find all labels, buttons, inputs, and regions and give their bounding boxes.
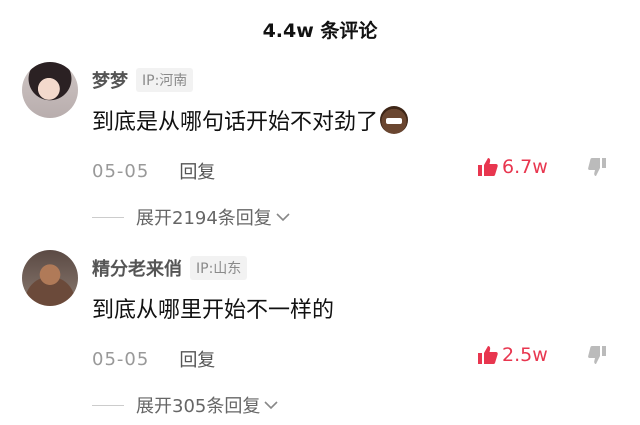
ip-location-badge: IP:河南 — [136, 68, 194, 92]
comment-header: 精分老来俏 IP:山东 — [92, 255, 248, 281]
expand-replies[interactable]: 展开305条回复 — [92, 392, 278, 418]
comment-meta: 05-05 回复 — [92, 346, 215, 372]
like-count: 6.7w — [502, 156, 548, 178]
thumbs-up-icon — [478, 158, 498, 176]
ip-location-badge: IP:山东 — [190, 256, 248, 280]
like-button[interactable]: 6.7w — [478, 156, 548, 178]
reply-button[interactable]: 回复 — [179, 346, 215, 372]
expand-divider — [92, 216, 124, 218]
comments-count-title: 4.4w 条评论 — [262, 20, 378, 42]
comments-panel: 4.4w 条评论 梦梦 IP:河南 到底是从哪句话开始不对劲了 05-05 回复… — [0, 0, 640, 425]
avatar[interactable] — [22, 250, 78, 306]
expand-replies-label: 展开305条回复 — [136, 396, 261, 417]
comment-text: 到底是从哪句话开始不对劲了 — [92, 104, 409, 136]
mischievous-emoji-icon — [380, 106, 409, 134]
reply-button[interactable]: 回复 — [179, 158, 215, 184]
comment-header: 梦梦 IP:河南 — [92, 67, 194, 93]
thumbs-down-icon[interactable] — [588, 346, 606, 364]
like-count: 2.5w — [502, 344, 548, 366]
comment-meta: 05-05 回复 — [92, 158, 215, 184]
thumbs-up-icon — [478, 346, 498, 364]
thumbs-down-icon[interactable] — [588, 158, 606, 176]
avatar[interactable] — [22, 62, 78, 118]
chevron-down-icon — [276, 213, 290, 222]
comment-date: 05-05 — [92, 348, 150, 370]
username[interactable]: 精分老来俏 — [92, 255, 182, 281]
username[interactable]: 梦梦 — [92, 67, 128, 93]
comment-text-body: 到底是从哪句话开始不对劲了 — [92, 110, 379, 135]
expand-divider — [92, 404, 124, 406]
expand-replies[interactable]: 展开2194条回复 — [92, 204, 290, 230]
comment-text: 到底从哪里开始不一样的 — [92, 292, 334, 324]
like-button[interactable]: 2.5w — [478, 344, 548, 366]
chevron-down-icon — [264, 401, 278, 410]
expand-replies-label: 展开2194条回复 — [136, 208, 272, 229]
comment-text-body: 到底从哪里开始不一样的 — [92, 298, 335, 323]
comment-date: 05-05 — [92, 160, 150, 182]
